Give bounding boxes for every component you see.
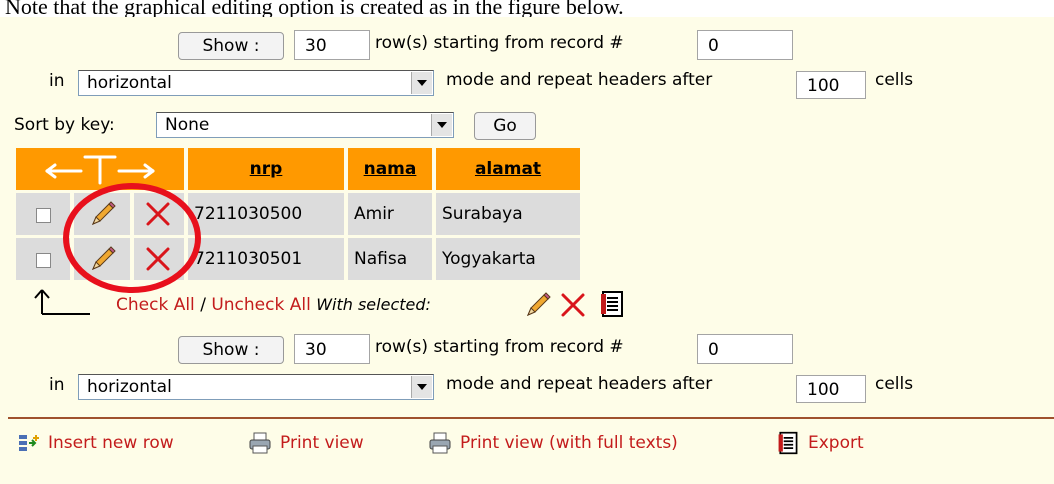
show-button-top[interactable]: Show : (178, 32, 284, 60)
table-cell-alamat: Surabaya (436, 193, 580, 235)
row-checkbox[interactable] (36, 208, 51, 223)
divider (8, 417, 1054, 419)
column-header-nrp-link[interactable]: nrp (250, 159, 283, 179)
repeat-label-top: mode and repeat headers after (446, 70, 713, 90)
check-all-link[interactable]: Check All (116, 295, 195, 315)
with-selected-label: With selected: (316, 295, 431, 314)
starting-label-bottom: row(s) starting from record # (375, 337, 624, 357)
sort-label: Sort by key: (14, 115, 115, 135)
repeat-label-bottom: mode and repeat headers after (446, 374, 713, 394)
pencil-icon[interactable] (522, 290, 552, 320)
export-label: Export (808, 433, 864, 453)
row-checkbox[interactable] (36, 253, 51, 268)
column-header-nrp[interactable]: nrp (188, 148, 344, 190)
print-view-label: Print view (280, 433, 364, 453)
cells-label-top: cells (875, 70, 914, 90)
table-cell-nrp: 7211030500 (188, 193, 344, 235)
start-input-bottom[interactable]: 0 (697, 334, 793, 364)
export-link[interactable]: Export (776, 431, 864, 455)
sort-select-value: None (165, 115, 210, 135)
annotation-circle (63, 183, 201, 293)
print-view-link[interactable]: Print view (248, 431, 364, 455)
print-view-full-label: Print view (with full texts) (460, 433, 678, 453)
column-header-alamat[interactable]: alamat (436, 148, 580, 190)
printer-icon (429, 432, 451, 454)
bulk-actions: Check All / Uncheck All With selected: (116, 294, 431, 316)
rows-input-bottom[interactable]: 30 (294, 334, 370, 364)
chevron-down-icon (411, 376, 432, 398)
in-label-bottom: in (49, 375, 65, 395)
mode-select-top[interactable]: horizontal (78, 70, 434, 96)
chevron-down-icon (431, 114, 452, 136)
mode-select-value: horizontal (87, 377, 172, 397)
insert-new-row-link[interactable]: Insert new row (18, 431, 174, 455)
table-cell-nrp: 7211030501 (188, 238, 344, 280)
repeat-input-bottom[interactable]: 100 (796, 375, 866, 403)
starting-label-top: row(s) starting from record # (375, 33, 624, 53)
arrow-icon (34, 289, 90, 315)
column-header-nama-link[interactable]: nama (364, 159, 417, 179)
separator: / (200, 295, 206, 315)
export-icon (778, 431, 798, 455)
insert-new-row-label: Insert new row (48, 433, 174, 453)
sort-select[interactable]: None (156, 112, 454, 138)
export-icon[interactable] (598, 290, 626, 318)
show-button-bottom[interactable]: Show : (178, 336, 284, 364)
cells-label-bottom: cells (875, 374, 914, 394)
delete-x-icon[interactable] (560, 292, 586, 318)
mode-select-value: horizontal (87, 73, 172, 93)
column-header-alamat-link[interactable]: alamat (475, 159, 541, 179)
uncheck-all-link[interactable]: Uncheck All (211, 295, 310, 315)
in-label-top: in (49, 71, 65, 91)
printer-icon (249, 432, 271, 454)
start-input-top[interactable]: 0 (697, 30, 793, 60)
go-button[interactable]: Go (474, 112, 536, 140)
rows-input-top[interactable]: 30 (294, 30, 370, 60)
print-view-full-link[interactable]: Print view (with full texts) (428, 431, 678, 455)
chevron-down-icon (411, 72, 432, 94)
insert-row-icon (19, 435, 39, 451)
table-cell-nama: Amir (348, 193, 432, 235)
repeat-input-top[interactable]: 100 (796, 71, 866, 99)
mode-select-bottom[interactable]: horizontal (78, 374, 434, 400)
table-cell-nama: Nafisa (348, 238, 432, 280)
column-header-nama[interactable]: nama (348, 148, 432, 190)
table-cell-alamat: Yogyakarta (436, 238, 580, 280)
